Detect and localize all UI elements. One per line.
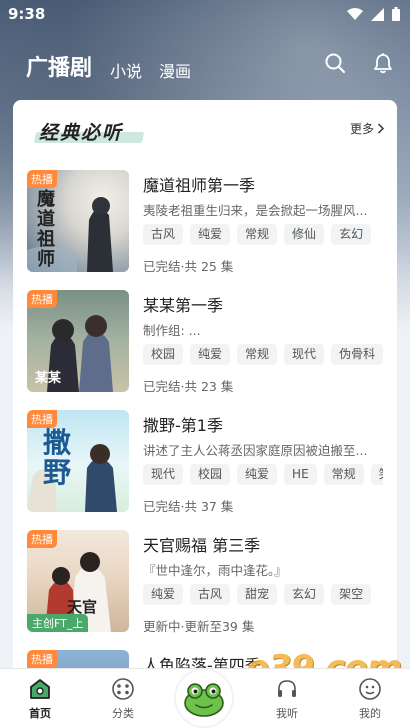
cover-calligraphy: 某某	[35, 371, 62, 386]
frog-icon	[184, 683, 224, 717]
item-description: 『世中逢尔，雨中逢花。』	[143, 563, 287, 578]
tag[interactable]: 纯爱	[143, 584, 184, 605]
item-title: 某某第一季	[143, 296, 224, 315]
classic-section-card: 经典必听 更多 魔道祖师 热播 魔道祖师第一季 夷陵老祖重生归来，是会掀起一场腥…	[13, 100, 397, 680]
episode-status: 已完结·共 23 集	[143, 379, 234, 394]
tab-listen-label: 我听	[276, 707, 298, 720]
tag[interactable]: 校园	[190, 464, 231, 485]
tab-radio-drama[interactable]: 广播剧	[26, 50, 92, 82]
hot-badge: 热播	[27, 650, 57, 668]
cover-calligraphy: 魔道祖师	[37, 189, 55, 270]
section-title: 经典必听	[39, 122, 124, 144]
cover-image[interactable]: 魔道祖师 热播	[27, 170, 129, 272]
tag[interactable]: 校园	[143, 344, 184, 365]
creator-badge: 主创FT_上	[27, 614, 89, 632]
cover-image[interactable]: 某某 热播	[27, 290, 129, 392]
battery-icon	[392, 7, 400, 21]
section-title-wrap: 经典必听	[33, 118, 145, 145]
tag-list: 纯爱 古风 甜宠 玄幻 架空	[143, 583, 383, 605]
tab-home[interactable]: 首页	[10, 669, 70, 728]
status-time: 9:38	[8, 5, 46, 23]
cover-image[interactable]: 天官 热播 主创FT_上	[27, 530, 129, 632]
top-navigation: 广播剧 小说 漫画	[0, 44, 410, 88]
episode-status: 已完结·共 37 集	[143, 499, 234, 514]
status-icons	[347, 7, 400, 21]
search-icon[interactable]	[324, 52, 346, 74]
frog-center-button[interactable]	[176, 670, 232, 726]
status-bar: 9:38	[0, 0, 410, 28]
item-description: 制作组: ...	[143, 323, 201, 338]
tag[interactable]: HE	[284, 464, 317, 485]
cover-calligraphy: 撒野	[43, 426, 72, 489]
tag[interactable]: 古风	[143, 224, 184, 245]
tag-list: 古风 纯爱 常规 修仙 玄幻	[143, 223, 383, 245]
hot-badge: 热播	[27, 410, 57, 428]
cover-image[interactable]: 撒野 热播	[27, 410, 129, 512]
drama-list-item[interactable]: 某某 热播 某某第一季 制作组: ... 校园 纯爱 常规 现代 伪骨科 已完结·共 2…	[27, 290, 397, 394]
item-description: 讲述了主人公蒋丞因家庭原因被迫搬至...	[143, 443, 368, 458]
tag[interactable]: 伪骨科	[331, 344, 383, 365]
tag[interactable]: 现代	[284, 344, 325, 365]
item-title: 天官赐福 第三季	[143, 536, 261, 555]
home-icon	[30, 679, 50, 699]
drama-list-item[interactable]: 魔道祖师 热播 魔道祖师第一季 夷陵老祖重生归来，是会掀起一场腥风... 古风纯…	[27, 170, 397, 274]
episode-status: 已完结·共 25 集	[143, 259, 234, 274]
tag[interactable]: 常规	[323, 464, 364, 485]
item-title: 撒野-第1季	[143, 416, 223, 435]
headphones-icon	[278, 680, 296, 697]
tab-comic[interactable]: 漫画	[159, 58, 191, 82]
signal-icon	[371, 7, 384, 21]
tag[interactable]: 纯爱	[190, 224, 231, 245]
hot-badge: 热播	[27, 170, 57, 188]
hot-badge: 热播	[27, 530, 57, 548]
tag[interactable]: 玄幻	[331, 224, 372, 245]
section-header: 经典必听 更多	[13, 100, 397, 160]
tag[interactable]: 玄幻	[284, 584, 325, 605]
tab-mine-label: 我的	[359, 707, 381, 720]
tag-list: 校园 纯爱 常规 现代 伪骨科	[143, 343, 383, 365]
tag[interactable]: 常规	[237, 224, 278, 245]
tag[interactable]: 常规	[237, 344, 278, 365]
tab-mine[interactable]: 我的	[340, 669, 400, 728]
item-title: 魔道祖师第一季	[143, 176, 256, 195]
tab-category[interactable]: 分类	[93, 669, 153, 728]
tab-listen[interactable]: 我听	[257, 669, 317, 728]
tag[interactable]: 纯爱	[237, 464, 278, 485]
hot-badge: 热播	[27, 290, 57, 308]
tab-category-label: 分类	[112, 707, 134, 720]
profile-icon	[359, 678, 381, 700]
episode-status: 更新中·更新至39 集	[143, 619, 255, 634]
tab-novel[interactable]: 小说	[110, 58, 142, 82]
category-icon	[112, 678, 134, 700]
tag-list: 现代校园纯爱 HE 常规笑	[143, 463, 383, 485]
tag[interactable]: 现代	[143, 464, 184, 485]
drama-list-item[interactable]: 撒野 热播 撒野-第1季 讲述了主人公蒋丞因家庭原因被迫搬至... 现代 校园 纯爱…	[27, 410, 397, 514]
tag[interactable]: 古风	[190, 584, 231, 605]
tag[interactable]: 纯爱	[190, 344, 231, 365]
chevron-right-icon	[377, 123, 385, 134]
wifi-icon	[347, 7, 363, 20]
more-link[interactable]: 更多	[350, 120, 385, 137]
drama-list-item[interactable]: 天官 热播 主创FT_上 天官赐福 第三季 『世中逢尔，雨中逢花。』 纯爱 古风甜…	[27, 530, 397, 634]
tag[interactable]: 架空	[331, 584, 372, 605]
tag[interactable]: 甜宠	[237, 584, 278, 605]
tag[interactable]: 笑	[370, 464, 383, 485]
tab-home-label: 首页	[29, 707, 51, 720]
tag[interactable]: 修仙	[284, 224, 325, 245]
bell-icon[interactable]	[372, 52, 394, 74]
item-description: 夷陵老祖重生归来，是会掀起一场腥风...	[143, 203, 368, 218]
more-label: 更多	[349, 122, 374, 136]
